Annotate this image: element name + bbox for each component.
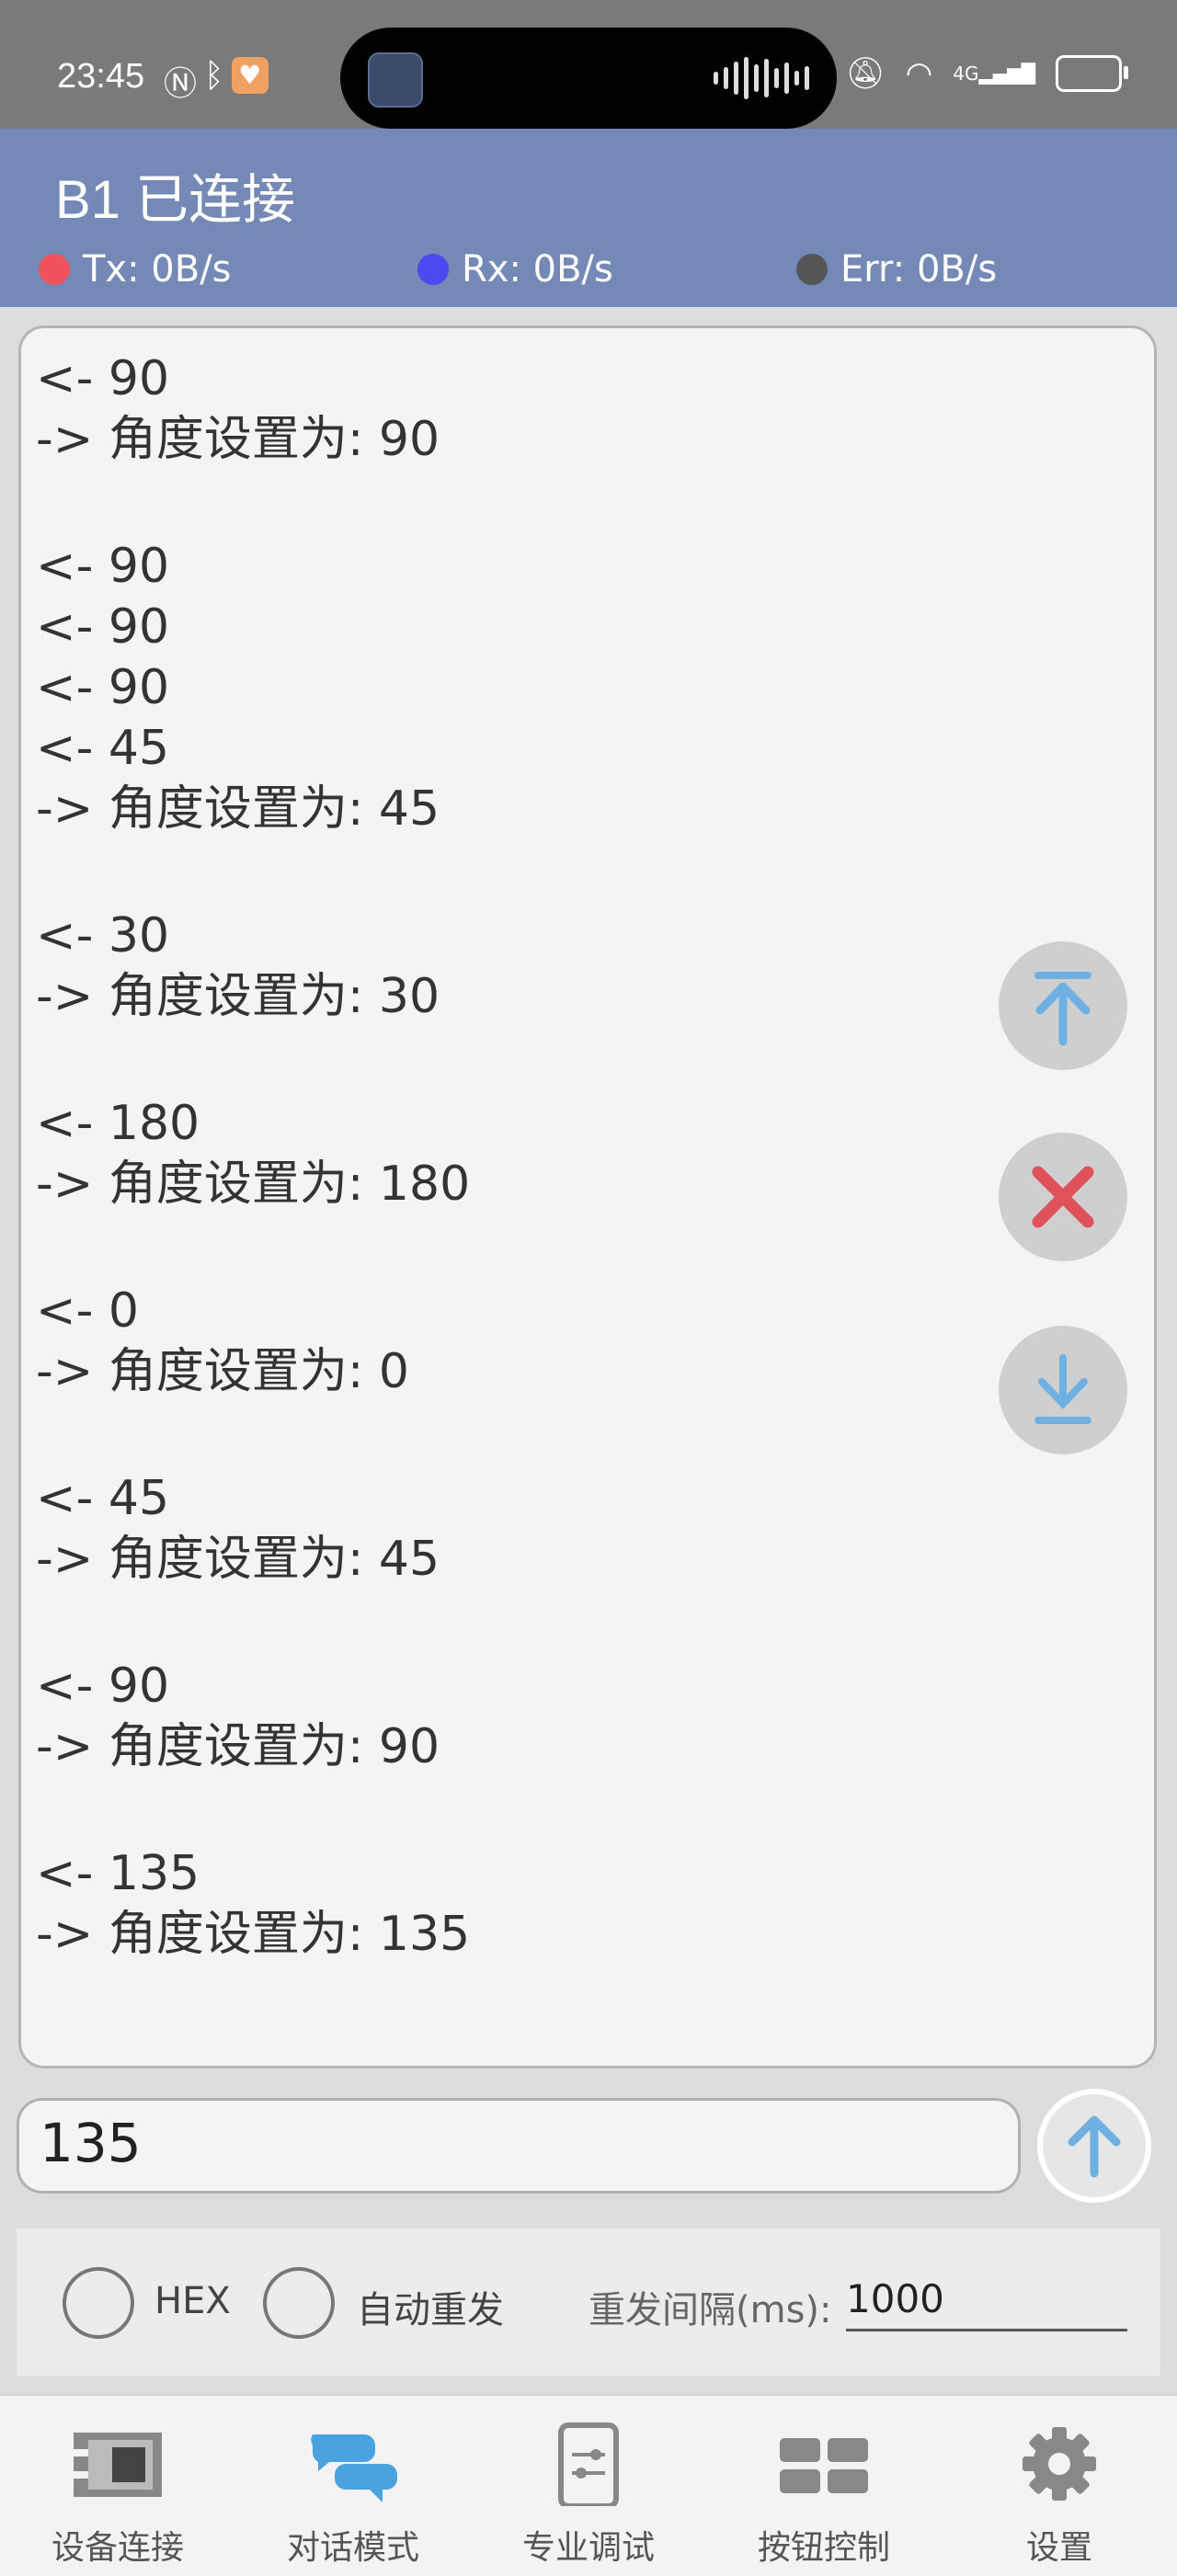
- log-line: <- 0: [36, 1283, 139, 1339]
- status-left-icons: Ⓝ ᛒ ♥: [164, 57, 269, 105]
- status-bar: 23:45 Ⓝ ᛒ ♥ 🔕︎ ◠ 4G▂▄▆█: [0, 0, 1177, 129]
- rx-label: Rx: 0B/s: [462, 248, 613, 291]
- nav-settings[interactable]: 设置: [942, 2396, 1177, 2576]
- log-line: -> 角度设置为: 30: [36, 969, 440, 1024]
- log-spacer: [36, 1402, 1139, 1468]
- log-line: <- 135: [36, 1846, 200, 1901]
- log-line: -> 角度设置为: 45: [36, 781, 440, 837]
- log-line: <- 90: [36, 599, 170, 655]
- log-spacer: [36, 1214, 1139, 1281]
- log-line: <- 45: [36, 1471, 170, 1526]
- signal-icon: 4G▂▄▆█: [953, 63, 1035, 85]
- err-label: Err: 0B/s: [840, 248, 998, 291]
- nav-chat-mode[interactable]: 对话模式: [235, 2396, 471, 2576]
- hex-label: HEX: [154, 2280, 231, 2322]
- tx-indicator-icon: [39, 254, 70, 285]
- nav-device-connect[interactable]: 设备连接: [0, 2396, 235, 2576]
- send-options: HEX 自动重发 重发间隔(ms): 1000: [17, 2228, 1160, 2376]
- bottom-navigation: 设备连接 对话模式 专业调试 按钮控制 设置: [0, 2394, 1177, 2576]
- log-spacer: [36, 470, 1139, 536]
- hex-radio[interactable]: [63, 2267, 134, 2339]
- send-button[interactable]: [1037, 2089, 1151, 2203]
- log-line: <- 90: [36, 1658, 170, 1714]
- mute-bell-icon: 🔕︎: [845, 55, 886, 92]
- log-line: <- 45: [36, 721, 170, 776]
- tx-label: Tx: 0B/s: [83, 248, 232, 291]
- log-line: <- 90: [36, 351, 170, 406]
- nav-label: 对话模式: [286, 2529, 419, 2567]
- log-line: -> 角度设置为: 90: [36, 412, 440, 467]
- scroll-top-button[interactable]: [999, 941, 1127, 1070]
- log-line: -> 角度设置为: 90: [36, 1719, 440, 1774]
- nav-label: 按钮控制: [757, 2529, 890, 2567]
- log-spacer: [36, 1590, 1139, 1656]
- gear-icon: [1023, 2427, 1096, 2501]
- rx-indicator-icon: [417, 254, 449, 285]
- health-app-icon: ♥: [231, 57, 269, 94]
- arrow-to-top-icon: [1034, 972, 1091, 1046]
- dynamic-island[interactable]: [340, 28, 837, 129]
- log-spacer: [36, 1027, 1139, 1093]
- nav-label: 设备连接: [51, 2529, 184, 2567]
- log-spacer: [36, 839, 1139, 906]
- scroll-bottom-button[interactable]: [999, 1326, 1127, 1454]
- page-title: B1 已连接: [55, 170, 296, 230]
- log-line: -> 角度设置为: 45: [36, 1532, 440, 1587]
- nav-label: 设置: [1025, 2529, 1092, 2567]
- wifi-icon: ◠: [905, 55, 933, 92]
- nav-label: 专业调试: [521, 2529, 655, 2567]
- log-line: <- 30: [36, 908, 170, 963]
- log-line: -> 角度设置为: 135: [36, 1907, 471, 1962]
- log-line: <- 90: [36, 539, 170, 594]
- arrow-up-icon: [1068, 2115, 1121, 2178]
- clear-log-button[interactable]: [999, 1133, 1127, 1261]
- err-stat: Err: 0B/s: [796, 248, 997, 291]
- message-input[interactable]: 135: [17, 2098, 1021, 2194]
- message-log[interactable]: <- 90 -> 角度设置为: 90 <- 90 <- 90 <- 90 <- 45 -> …: [18, 325, 1157, 2069]
- clock: 23:45: [57, 57, 145, 96]
- nav-button-control[interactable]: 按钮控制: [706, 2396, 942, 2576]
- app-thumbnail-icon: [368, 52, 423, 108]
- interval-label: 重发间隔(ms):: [588, 2289, 832, 2331]
- log-spacer: [36, 1777, 1139, 1843]
- sliders-icon: [558, 2422, 619, 2506]
- log-line: <- 90: [36, 660, 170, 715]
- nav-pro-debug[interactable]: 专业调试: [471, 2396, 706, 2576]
- download-icon: [1034, 1354, 1091, 1424]
- chat-icon: [311, 2434, 397, 2502]
- nfc-icon: Ⓝ: [164, 65, 198, 103]
- audio-wave-icon: [714, 55, 809, 101]
- connection-header: B1 已连接 Tx: 0B/s Rx: 0B/s Err: 0B/s: [0, 129, 1177, 307]
- rx-stat: Rx: 0B/s: [417, 248, 613, 291]
- auto-resend-radio[interactable]: [263, 2267, 335, 2339]
- battery-icon: [1056, 55, 1128, 92]
- grid-icon: [780, 2438, 868, 2493]
- err-indicator-icon: [796, 254, 828, 285]
- status-right-icons: 🔕︎ ◠ 4G▂▄▆█: [845, 55, 1128, 92]
- tx-stat: Tx: 0B/s: [39, 248, 232, 291]
- log-line: <- 180: [36, 1096, 200, 1151]
- device-icon: [74, 2433, 162, 2497]
- interval-input[interactable]: 1000: [846, 2269, 1127, 2331]
- close-icon: [1032, 1166, 1094, 1228]
- bluetooth-icon: ᛒ: [204, 57, 224, 95]
- log-line: -> 角度设置为: 180: [36, 1157, 471, 1212]
- auto-resend-label: 自动重发: [357, 2289, 504, 2331]
- log-line: -> 角度设置为: 0: [36, 1344, 409, 1399]
